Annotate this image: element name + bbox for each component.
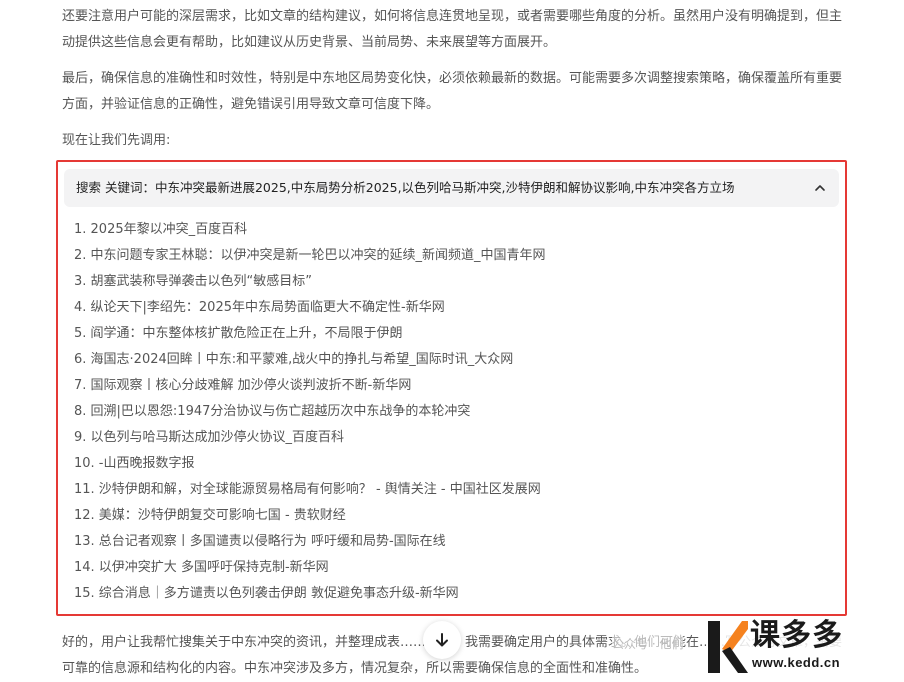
- kedd-url-text: www.kedd.cn: [752, 655, 841, 670]
- kedd-logo: 课多多 www.kedd.cn: [706, 617, 902, 677]
- search-result-item[interactable]: 4. 纵论天下|李绍先：2025年中东局势面临更大不确定性-新华网: [74, 295, 833, 321]
- search-result-item[interactable]: 5. 阎学通：中东整体核扩散危险正在上升，不局限于伊朗: [74, 321, 833, 347]
- paragraph-deep-needs: 还要注意用户可能的深层需求，比如文章的结构建议，如何将信息连贯地呈现，或者需要哪…: [62, 9, 843, 50]
- kedd-k-logo-icon: [708, 621, 748, 673]
- search-result-item[interactable]: 3. 胡塞武装称导弹袭击以色列“敏感目标”: [74, 269, 833, 295]
- kedd-brand-text: 课多多: [750, 618, 843, 653]
- wechat-watermark-text: 公众号 · 他们: [612, 635, 684, 652]
- search-results-panel: 搜索 关键词：中东冲突最新进展2025,中东局势分析2025,以色列哈马斯冲突,…: [56, 160, 847, 616]
- search-result-item[interactable]: 12. 美媒：沙特伊朗复交可影响七国 - 贵软财经: [74, 503, 833, 529]
- search-result-item[interactable]: 11. 沙特伊朗和解，对全球能源贸易格局有何影响？ - 舆情关注 - 中国社区发…: [74, 477, 833, 503]
- search-result-item[interactable]: 2. 中东问题专家王林聪：以伊冲突是新一轮巴以冲突的延续_新闻频道_中国青年网: [74, 243, 833, 269]
- watermark: 公众号 · 他们 课多多 www.kedd.cn: [602, 613, 904, 679]
- search-result-item[interactable]: 7. 国际观察丨核心分歧难解 加沙停火谈判波折不断-新华网: [74, 373, 833, 399]
- chevron-up-icon[interactable]: [813, 181, 827, 195]
- search-results-list: 1. 2025年黎以冲突_百度百科 2. 中东问题专家王林聪：以伊冲突是新一轮巴…: [74, 217, 833, 607]
- search-result-item[interactable]: 1. 2025年黎以冲突_百度百科: [74, 217, 833, 243]
- paragraph-accuracy: 最后，确保信息的准确性和时效性，特别是中东地区局势变化快，必须依赖最新的数据。可…: [62, 71, 843, 112]
- search-result-item[interactable]: 10. -山西晚报数字报: [74, 451, 833, 477]
- search-result-item[interactable]: 14. 以伊冲突扩大 多国呼吁保持克制-新华网: [74, 555, 833, 581]
- search-result-item[interactable]: 6. 海国志·2024回眸丨中东:和平蒙难,战火中的挣扎与希望_国际时讯_大众网: [74, 347, 833, 373]
- scroll-down-button[interactable]: [423, 621, 461, 659]
- search-result-item[interactable]: 15. 综合消息｜多方谴责以色列袭击伊朗 敦促避免事态升级-新华网: [74, 581, 833, 607]
- search-result-item[interactable]: 9. 以色列与哈马斯达成加沙停火协议_百度百科: [74, 425, 833, 451]
- paragraph-call-intro: 现在让我们先调用:: [62, 133, 171, 148]
- search-header[interactable]: 搜索 关键词：中东冲突最新进展2025,中东局势分析2025,以色列哈马斯冲突,…: [64, 169, 839, 207]
- search-query-text: 搜索 关键词：中东冲突最新进展2025,中东局势分析2025,以色列哈马斯冲突,…: [76, 180, 735, 195]
- arrow-down-icon: [436, 633, 448, 647]
- search-result-item[interactable]: 13. 总台记者观察丨多国谴责以侵略行为 呼吁缓和局势-国际在线: [74, 529, 833, 555]
- search-result-item[interactable]: 8. 回溯|巴以恩怨:1947分治协议与伤亡超越历次中东战争的本轮冲突: [74, 399, 833, 425]
